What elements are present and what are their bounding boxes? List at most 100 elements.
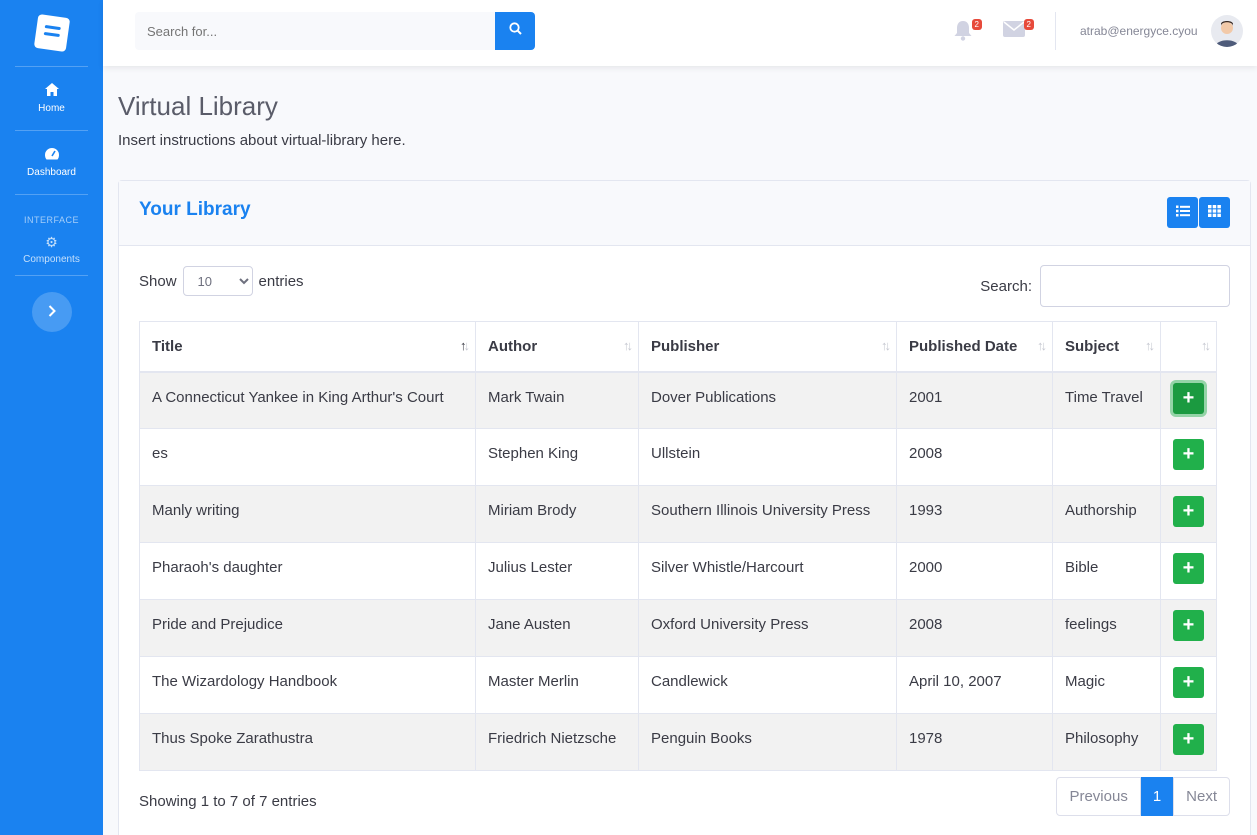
- sort-icon: ↑↓: [1037, 338, 1047, 353]
- search-input[interactable]: [135, 12, 495, 50]
- cell-title: es: [139, 428, 476, 486]
- sidebar-item-home[interactable]: Home: [0, 67, 103, 130]
- add-book-button[interactable]: +: [1173, 724, 1204, 755]
- sidebar-item-components[interactable]: ⚙ Components: [0, 225, 103, 275]
- bell-icon: [953, 21, 973, 46]
- gear-icon: ⚙: [45, 234, 58, 250]
- list-view-button[interactable]: [1167, 197, 1198, 228]
- table-search: Search:: [980, 265, 1230, 307]
- column-header-title[interactable]: Title ↑↓: [139, 321, 476, 373]
- home-icon: [44, 83, 59, 98]
- card-title: Your Library: [139, 199, 251, 220]
- plus-icon: +: [1182, 500, 1195, 522]
- plus-icon: +: [1182, 728, 1195, 750]
- table-info: Showing 1 to 7 of 7 entries: [139, 793, 317, 810]
- sidebar-item-dashboard[interactable]: Dashboard: [0, 131, 103, 194]
- plus-icon: +: [1182, 386, 1195, 409]
- cell-title: Pride and Prejudice: [139, 599, 476, 657]
- column-header-publisher[interactable]: Publisher ↑↓: [638, 321, 897, 373]
- cell-publisher: Ullstein: [638, 428, 897, 486]
- book-logo-icon: [33, 13, 70, 53]
- cell-actions: +: [1160, 485, 1217, 543]
- cell-subject: Time Travel: [1052, 371, 1161, 429]
- plus-icon: +: [1182, 671, 1195, 693]
- sidebar: Home Dashboard INTERFACE ⚙ Components: [0, 0, 103, 835]
- cell-title: Pharaoh's daughter: [139, 542, 476, 600]
- search-button[interactable]: [495, 12, 535, 50]
- column-header-subject[interactable]: Subject ↑↓: [1052, 321, 1161, 373]
- library-card: Your Library Show 10 entries Search: Tit…: [118, 180, 1251, 835]
- plus-icon: +: [1182, 614, 1195, 636]
- table-row: Manly writing Miriam Brody Southern Illi…: [139, 485, 1217, 543]
- table-row: A Connecticut Yankee in King Arthur's Co…: [139, 371, 1217, 429]
- cell-subject: Magic: [1052, 656, 1161, 714]
- cell-author: Master Merlin: [475, 656, 639, 714]
- cell-published-date: April 10, 2007: [896, 656, 1053, 714]
- add-book-button[interactable]: +: [1173, 439, 1204, 470]
- chevron-right-icon: [48, 304, 56, 320]
- page-length-select[interactable]: 10: [182, 266, 253, 296]
- cell-actions: +: [1160, 371, 1217, 429]
- cell-published-date: 2008: [896, 428, 1053, 486]
- cell-subject: Bible: [1052, 542, 1161, 600]
- cell-author: Stephen King: [475, 428, 639, 486]
- user-email[interactable]: atrab@energyce.cyou: [1080, 24, 1198, 38]
- cell-subject: [1052, 428, 1161, 486]
- topbar-search: [135, 12, 535, 50]
- next-page-button[interactable]: Next: [1173, 777, 1230, 816]
- cell-author: Friedrich Nietzsche: [475, 713, 639, 771]
- table-header-row: Title ↑↓ Author ↑↓ Publisher ↑↓ Published D…: [139, 321, 1217, 373]
- topbar-divider: [1055, 12, 1056, 50]
- avatar[interactable]: [1211, 15, 1243, 47]
- cell-publisher: Oxford University Press: [638, 599, 897, 657]
- search-label: Search:: [980, 277, 1032, 295]
- sidebar-item-label: Home: [38, 103, 65, 114]
- sidebar-divider: [15, 275, 88, 276]
- brand[interactable]: [0, 0, 103, 66]
- messages-button[interactable]: 2: [1003, 19, 1034, 44]
- sidebar-toggle-button[interactable]: [31, 292, 72, 332]
- table-row: Thus Spoke Zarathustra Friedrich Nietzsc…: [139, 713, 1217, 771]
- view-toggle: [1167, 197, 1230, 228]
- column-header-author[interactable]: Author ↑↓: [475, 321, 639, 373]
- main-content: Virtual Library Insert instructions abou…: [118, 66, 1251, 835]
- cell-actions: +: [1160, 428, 1217, 486]
- table-search-input[interactable]: [1040, 265, 1230, 307]
- topbar: 2 2 atrab@energyce.cyou: [103, 0, 1257, 66]
- cell-subject: Philosophy: [1052, 713, 1161, 771]
- page-1-button[interactable]: 1: [1140, 777, 1174, 816]
- column-header-label: Published Date: [909, 337, 1018, 355]
- grid-icon: [1208, 205, 1221, 220]
- add-book-button[interactable]: +: [1173, 610, 1204, 641]
- cell-title: Manly writing: [139, 485, 476, 543]
- show-entries: Show 10 entries: [139, 266, 304, 296]
- cell-subject: feelings: [1052, 599, 1161, 657]
- add-book-button[interactable]: +: [1173, 553, 1204, 584]
- grid-view-button[interactable]: [1199, 197, 1230, 228]
- cell-title: A Connecticut Yankee in King Arthur's Co…: [139, 371, 476, 429]
- tachometer-icon: [44, 147, 60, 162]
- cell-actions: +: [1160, 713, 1217, 771]
- cell-author: Miriam Brody: [475, 485, 639, 543]
- add-book-button[interactable]: +: [1173, 667, 1204, 698]
- envelope-icon: [1003, 21, 1025, 43]
- table-row: es Stephen King Ullstein 2008 +: [139, 428, 1217, 486]
- sidebar-divider: [15, 194, 88, 195]
- card-header: Your Library: [119, 181, 1250, 246]
- column-header-label: Subject: [1065, 337, 1120, 355]
- sort-icon: ↑↓: [1145, 338, 1155, 353]
- column-header-actions[interactable]: ↑↓: [1160, 321, 1217, 373]
- page-description: Insert instructions about virtual-librar…: [118, 132, 406, 149]
- column-header-published-date[interactable]: Published Date ↑↓: [896, 321, 1053, 373]
- cell-title: Thus Spoke Zarathustra: [139, 713, 476, 771]
- messages-count-badge: 2: [1023, 19, 1034, 30]
- add-book-button[interactable]: +: [1173, 382, 1204, 414]
- library-table: Title ↑↓ Author ↑↓ Publisher ↑↓ Published D…: [139, 321, 1217, 771]
- add-book-button[interactable]: +: [1173, 496, 1204, 527]
- cell-actions: +: [1160, 599, 1217, 657]
- column-header-label: Title: [152, 337, 183, 355]
- sort-icon: ↑↓: [1201, 338, 1211, 353]
- alerts-button[interactable]: 2: [953, 19, 982, 47]
- previous-page-button[interactable]: Previous: [1056, 777, 1141, 816]
- page-title: Virtual Library: [118, 91, 278, 121]
